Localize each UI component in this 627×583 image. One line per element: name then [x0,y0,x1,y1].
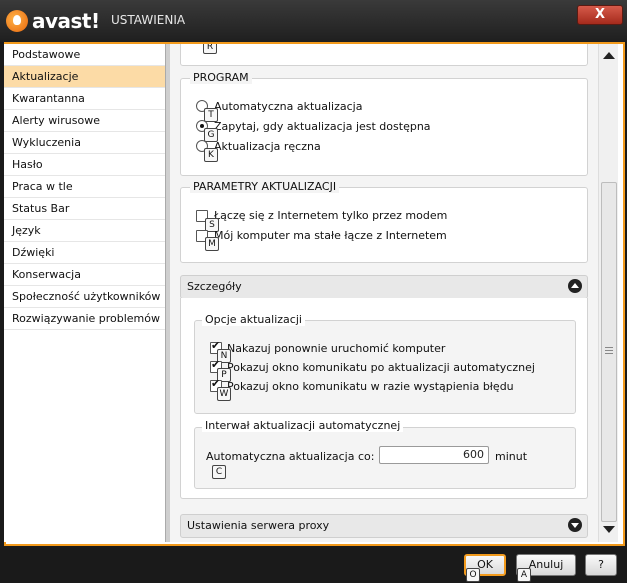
update-params-group [180,187,588,263]
update-options-title: Opcje aktualizacji [202,313,305,326]
interval-unit: minut [495,450,528,463]
sidebar-item-konserwacja[interactable]: Konserwacja [4,264,165,286]
shortcut-key-o: O [466,568,480,582]
sidebar-item-spolecznosc[interactable]: Społeczność użytkowników [4,286,165,308]
program-group-title: PROGRAM [190,71,252,84]
checkbox-show-after-auto-label[interactable]: Pokazuj okno komunikatu po aktualizacji … [227,361,535,374]
interval-minutes-input[interactable]: 600 [379,446,489,464]
sidebar-item-label: Aktualizacje [12,70,79,83]
top-panel-partial [180,44,588,66]
expand-down-icon[interactable] [568,518,582,532]
grip-icon [605,347,613,356]
sidebar-item-label: Dźwięki [12,246,55,259]
avast-logo: avast! [6,7,100,35]
sidebar-item-label: Podstawowe [12,48,81,61]
shortcut-key-k: K [204,148,218,162]
radio-auto-update-label[interactable]: Automatyczna aktualizacja [214,100,362,113]
sidebar-item-label: Wykluczenia [12,136,81,149]
collapse-up-icon[interactable] [568,279,582,293]
sidebar-item-podstawowe[interactable]: Podstawowe [4,44,165,66]
avast-logo-icon [6,10,28,32]
help-button[interactable]: ? [585,554,617,576]
sidebar-item-label: Język [12,224,41,237]
sidebar-item-label: Kwarantanna [12,92,85,105]
cancel-button-label: Anuluj [528,558,564,571]
shortcut-key-a: A [517,568,531,582]
checkbox-show-on-error-label[interactable]: Pokazuj okno komunikatu w razie wystąpie… [227,380,514,393]
radio-manual-update-label[interactable]: Aktualizacja ręczna [214,140,321,153]
sidebar-item-praca-w-tle[interactable]: Praca w tle [4,176,165,198]
shortcut-key-r: R [203,44,217,54]
proxy-section-title: Ustawienia serwera proxy [187,519,330,532]
sidebar-item-kwarantanna[interactable]: Kwarantanna [4,88,165,110]
sidebar-item-haslo[interactable]: Hasło [4,154,165,176]
checkbox-restart-label[interactable]: Nakazuj ponownie uruchomić komputer [227,342,445,355]
close-button[interactable]: X [577,5,623,25]
shortcut-key-m: M [205,237,219,251]
checkbox-modem-label[interactable]: Łączę się z Internetem tylko przez modem [214,209,447,222]
shortcut-key-c: C [212,465,226,479]
window-title: USTAWIENIA [111,13,186,27]
sidebar-item-alerty-wirusowe[interactable]: Alerty wirusowe [4,110,165,132]
sidebar-item-dzwieki[interactable]: Dźwięki [4,242,165,264]
update-params-group-title: PARAMETRY AKTUALIZACJI [190,180,340,193]
interval-group-title: Interwał aktualizacji automatycznej [202,419,404,432]
sidebar-item-label: Rozwiązywanie problemów [12,312,161,325]
sidebar-item-label: Status Bar [12,202,70,215]
radio-ask-update-label[interactable]: Zapytaj, gdy aktualizacja jest dostępna [214,120,431,133]
details-section-header[interactable]: Szczegóły [180,275,588,299]
interval-label: Automatyczna aktualizacja co: [206,450,375,463]
sidebar-item-wykluczenia[interactable]: Wykluczenia [4,132,165,154]
title-bar: avast! USTAWIENIA X [0,0,627,42]
sidebar-item-rozwiazywanie[interactable]: Rozwiązywanie problemów [4,308,165,330]
close-icon: X [594,7,606,22]
sidebar-item-status-bar[interactable]: Status Bar [4,198,165,220]
scroll-up-arrow-icon[interactable] [603,52,615,59]
sidebar-item-aktualizacje[interactable]: Aktualizacje [4,66,165,88]
sidebar-item-label: Społeczność użytkowników [12,290,161,303]
proxy-section-header[interactable]: Ustawienia serwera proxy [180,514,588,538]
details-section-title: Szczegóły [187,280,242,293]
vertical-scrollbar[interactable] [598,44,618,542]
sidebar-item-label: Alerty wirusowe [12,114,100,127]
logo-text: avast! [32,9,100,33]
checkbox-permanent-link-label[interactable]: Mój komputer ma stałe łącze z Internetem [214,229,447,242]
shortcut-key-w: W [217,387,231,401]
help-icon: ? [598,558,604,571]
sidebar-item-label: Hasło [12,158,43,171]
sidebar-item-jezyk[interactable]: Język [4,220,165,242]
content-pane: R PROGRAM Automatyczna aktualizacja T Za… [170,44,598,542]
sidebar-item-label: Praca w tle [12,180,73,193]
sidebar: Podstawowe Aktualizacje Kwarantanna Aler… [4,44,165,542]
sidebar-item-label: Konserwacja [12,268,81,281]
scrollbar-thumb[interactable] [601,182,617,522]
scroll-down-arrow-icon[interactable] [603,526,615,533]
